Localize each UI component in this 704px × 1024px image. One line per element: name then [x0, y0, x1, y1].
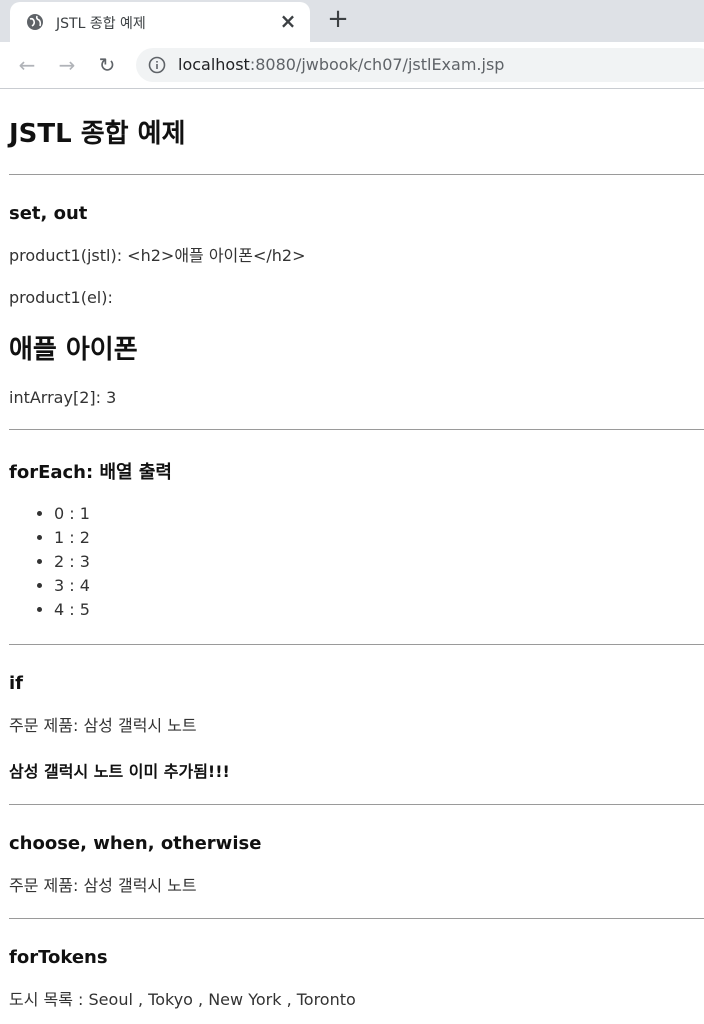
choose-heading: choose, when, otherwise: [9, 833, 262, 854]
toolbar: ← → ↻ localhost:8080/jwbook/ch07/jstlExa…: [0, 42, 704, 88]
info-icon[interactable]: [148, 56, 166, 74]
browser-tab[interactable]: JSTL 종합 예제 ×: [10, 2, 310, 42]
url-text[interactable]: localhost:8080/jwbook/ch07/jstlExam.jsp: [178, 55, 504, 74]
list-item: 1 : 2: [54, 526, 695, 550]
if-heading: if: [9, 673, 24, 694]
array-list: 0 : 1 1 : 2 2 : 3 3 : 4 4 : 5: [9, 502, 695, 622]
product-el-label: product1(el):: [9, 288, 113, 307]
fortokens-heading: forTokens: [9, 947, 108, 968]
page-title: JSTL 종합 예제: [9, 119, 186, 149]
set-out-heading: set, out: [9, 203, 88, 224]
foreach-heading: forEach: 배열 출력: [9, 462, 172, 483]
address-bar[interactable]: localhost:8080/jwbook/ch07/jstlExam.jsp: [136, 48, 704, 82]
already-added-text: 삼성 갤럭시 노트 이미 추가됨!!!: [9, 762, 230, 781]
page-content: JSTL 종합 예제 set, out product1(jstl): <h2>…: [0, 113, 704, 1010]
new-tab-button[interactable]: +: [326, 6, 350, 32]
choose-order-text: 주문 제품: 삼성 갤럭시 노트: [9, 876, 197, 895]
browser-chrome: JSTL 종합 예제 × + ← → ↻ localhost:8080/jwbo…: [0, 0, 704, 89]
forward-arrow-icon[interactable]: →: [54, 52, 80, 78]
tab-title: JSTL 종합 예제: [56, 16, 146, 32]
if-order-text: 주문 제품: 삼성 갤럭시 노트: [9, 716, 197, 735]
list-item: 2 : 3: [54, 550, 695, 574]
city-list-text: 도시 목록 : Seoul , Tokyo , New York , Toron…: [9, 990, 356, 1009]
product-el-value: 애플 아이폰: [9, 335, 138, 365]
globe-icon: [27, 14, 43, 30]
divider: [9, 174, 704, 175]
close-tab-icon[interactable]: ×: [278, 11, 298, 31]
product-jstl-text: product1(jstl): <h2>애플 아이폰</h2>: [9, 246, 306, 265]
list-item: 4 : 5: [54, 598, 695, 622]
divider: [9, 644, 704, 645]
int-array-text: intArray[2]: 3: [9, 388, 117, 407]
divider: [9, 429, 704, 430]
list-item: 0 : 1: [54, 502, 695, 526]
divider: [9, 918, 704, 919]
list-item: 3 : 4: [54, 574, 695, 598]
reload-icon[interactable]: ↻: [94, 52, 120, 78]
back-arrow-icon[interactable]: ←: [14, 52, 40, 78]
divider: [9, 804, 704, 805]
